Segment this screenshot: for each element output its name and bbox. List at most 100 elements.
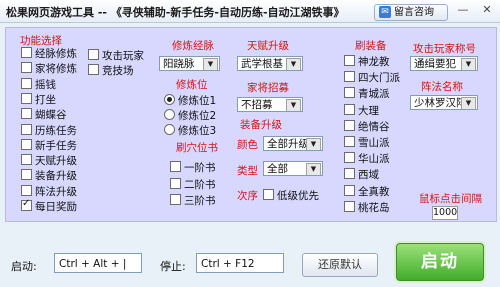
chat-icon: ✉ [379, 6, 391, 18]
brush-checkbox[interactable]: 绝情谷 [344, 119, 390, 134]
checkbox-label: 二阶书 [184, 178, 216, 191]
checkbox-box [88, 49, 99, 60]
brush-checkbox[interactable]: 西域 [344, 167, 379, 182]
checkbox-box [170, 177, 181, 189]
book-checkbox[interactable]: 三阶书 [170, 193, 216, 208]
talent-value: 武学根基 [241, 58, 283, 70]
color-value: 全部升级 [267, 138, 309, 150]
minimize-icon: — [457, 3, 469, 16]
checkbox-label: 桃花岛 [358, 201, 390, 214]
checkbox-label: 摇钱 [35, 78, 56, 91]
brush-heading: 刷装备 [355, 40, 387, 52]
book-checkbox[interactable]: 二阶书 [170, 177, 216, 192]
function-checkbox[interactable]: 阵法升级 [21, 184, 77, 199]
color-label: 颜色 [237, 139, 258, 151]
recruit-heading: 家将招募 [247, 82, 289, 94]
attack-title-value: 通缉要犯 [414, 58, 456, 70]
checkbox-box [344, 87, 355, 99]
function-checkbox[interactable]: 打坐 [21, 92, 56, 107]
stop-hotkey-label: 停止: [160, 260, 186, 273]
brush-checkbox[interactable]: 青城派 [344, 86, 390, 101]
checkbox-label: 蝴蝶谷 [35, 109, 67, 122]
function-checkbox[interactable]: 蝴蝶谷 [21, 107, 67, 122]
checkbox-box [344, 103, 355, 115]
function-extra-checkbox[interactable]: 竞技场 [88, 63, 134, 78]
brush-checkbox[interactable]: 华山派 [344, 151, 390, 166]
formation-heading: 阵法名称 [421, 81, 463, 93]
checkbox-label: 每日奖励 [35, 201, 77, 213]
brush-checkbox[interactable]: 神龙教 [344, 54, 390, 69]
meridian-value: 阳跷脉 [163, 58, 195, 70]
restore-defaults-button[interactable]: 还原默认 [302, 253, 378, 277]
checkbox-label: 全真教 [358, 185, 390, 198]
brush-checkbox[interactable]: 全真教 [344, 184, 390, 199]
attack-title-select[interactable]: 通缉要犯 ▼ [410, 56, 478, 71]
color-select[interactable]: 全部升级 ▼ [263, 136, 323, 151]
checkbox-box [344, 152, 355, 164]
checkbox-label: 三阶书 [184, 195, 216, 207]
checkbox-label: 低级优先 [277, 190, 319, 202]
function-checkbox[interactable]: 新手任务 [21, 138, 77, 153]
attack-title-heading: 攻击玩家称号 [413, 43, 476, 55]
radio-dot [164, 109, 175, 120]
app-name: 松果网页游戏工具 -- [6, 6, 107, 19]
checkbox-label: 历练任务 [35, 124, 77, 137]
checkbox-label: 一阶书 [184, 162, 216, 174]
checkbox-box [21, 108, 32, 120]
checkbox-label: 新手任务 [35, 139, 77, 152]
checkbox-box [88, 64, 99, 75]
seat-radio[interactable]: 修炼位3 [164, 123, 216, 138]
brush-checkbox[interactable]: 雪山派 [344, 135, 390, 150]
function-checkbox[interactable]: 每日奖励 [21, 198, 77, 214]
brush-checkbox[interactable]: 四大门派 [344, 70, 400, 85]
start-hotkey-input[interactable]: Ctrl + Alt + | [54, 253, 142, 273]
brush-checkbox[interactable]: 桃花岛 [344, 200, 390, 215]
checkbox-label: 西域 [358, 169, 379, 182]
chevron-down-icon: ▼ [306, 163, 321, 175]
formation-select[interactable]: 少林罗汉阵 ▼ [410, 95, 478, 110]
seat-radio[interactable]: 修炼位2 [164, 108, 216, 123]
low-level-first-checkbox[interactable]: 低级优先 [263, 188, 319, 203]
function-checkbox[interactable]: 家将修炼 [21, 61, 77, 76]
chevron-down-icon: ▼ [203, 58, 218, 70]
help-button[interactable]: ✉ 留言咨询 [374, 4, 448, 21]
function-checkbox[interactable]: 天赋升级 [21, 153, 77, 168]
checkbox-label: 大理 [358, 104, 379, 117]
checkbox-box [344, 184, 355, 196]
chevron-down-icon: ▼ [461, 58, 476, 70]
talent-select[interactable]: 武学根基 ▼ [237, 56, 303, 71]
book-checkbox[interactable]: 一阶书 [170, 160, 216, 175]
click-interval-input[interactable]: 1000 [432, 206, 458, 220]
checkbox-box [21, 77, 32, 89]
brush-checkbox[interactable]: 大理 [344, 103, 379, 118]
checkbox-box [21, 169, 32, 181]
close-button[interactable]: ✕ [476, 2, 498, 18]
type-select[interactable]: 全部 ▼ [263, 161, 323, 176]
minimize-button[interactable]: — [452, 2, 474, 18]
checkbox-box [170, 161, 181, 172]
checkbox-label: 装备升级 [35, 170, 77, 183]
chevron-down-icon: ▼ [306, 138, 321, 150]
meridian-select[interactable]: 阳跷脉 ▼ [159, 56, 220, 71]
radio-label: 修炼位1 [178, 95, 217, 107]
checkbox-box [21, 47, 32, 58]
function-checkbox[interactable]: 摇钱 [21, 77, 56, 92]
checkbox-label: 绝情谷 [358, 120, 390, 133]
function-checkbox[interactable]: 经脉修炼 [21, 46, 77, 61]
function-extra-checkbox[interactable]: 攻击玩家 [88, 48, 144, 63]
stop-hotkey-input[interactable]: Ctrl + F12 [196, 253, 284, 273]
checkbox-box [344, 168, 355, 180]
formation-value: 少林罗汉阵 [414, 97, 467, 109]
seat-heading: 修炼位 [176, 79, 208, 91]
checkbox-label: 天赋升级 [35, 155, 77, 168]
seat-radio[interactable]: 修炼位1 [164, 93, 216, 108]
type-value: 全部 [267, 163, 288, 175]
order-label: 次序 [237, 190, 258, 202]
meridian-heading: 修炼经脉 [172, 40, 214, 52]
recruit-select[interactable]: 不招募 ▼ [237, 97, 303, 112]
function-checkbox[interactable]: 历练任务 [21, 123, 77, 138]
chevron-down-icon: ▼ [286, 99, 301, 111]
start-button[interactable]: 启动 [396, 243, 484, 281]
type-label: 类型 [237, 165, 258, 177]
function-checkbox[interactable]: 装备升级 [21, 168, 77, 183]
